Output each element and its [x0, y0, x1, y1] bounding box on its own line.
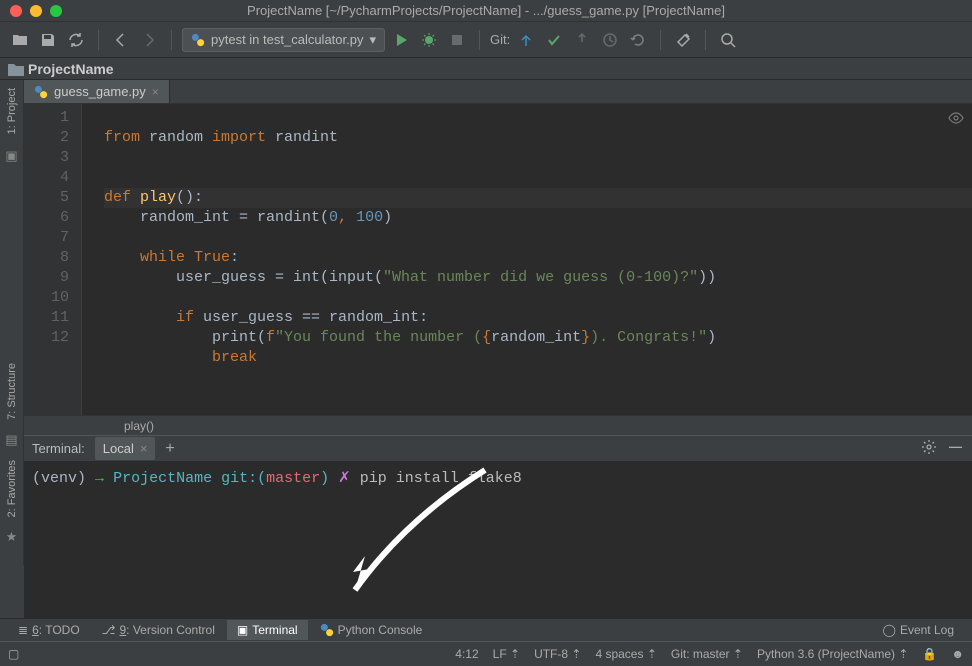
- close-window-button[interactable]: [10, 5, 22, 17]
- forward-icon[interactable]: [137, 28, 161, 52]
- stop-icon[interactable]: [445, 28, 469, 52]
- terminal-output[interactable]: (venv) → ProjectName git:(master) ✗ pip …: [24, 462, 972, 618]
- sidebar-tab-structure[interactable]: 7: Structure: [4, 355, 20, 428]
- tool-tab-todo[interactable]: ≣ 6: TODO: [8, 620, 90, 640]
- add-terminal-tab-icon[interactable]: +: [165, 440, 174, 458]
- run-icon[interactable]: [389, 28, 413, 52]
- close-terminal-tab-icon[interactable]: ×: [140, 441, 148, 456]
- terminal-icon: ▣: [237, 623, 248, 637]
- settings-icon[interactable]: [671, 28, 695, 52]
- debug-icon[interactable]: [417, 28, 441, 52]
- window-title: ProjectName [~/PycharmProjects/ProjectNa…: [0, 3, 972, 18]
- history-icon[interactable]: [598, 28, 622, 52]
- structure-icon: ▤: [5, 432, 17, 448]
- cursor-position[interactable]: 4:12: [455, 647, 478, 661]
- terminal-title: Terminal:: [32, 441, 85, 456]
- sidebar-tab-project[interactable]: 1: Project: [4, 80, 20, 142]
- git-branch-status[interactable]: Git: master ⇡: [671, 647, 743, 661]
- push-icon[interactable]: [570, 28, 594, 52]
- terminal-tab-local[interactable]: Local ×: [95, 437, 156, 460]
- zoom-window-button[interactable]: [50, 5, 62, 17]
- file-tab-guess-game[interactable]: guess_game.py ×: [24, 80, 170, 103]
- commit-icon[interactable]: [542, 28, 566, 52]
- inspection-eye-icon[interactable]: [948, 110, 964, 133]
- file-encoding[interactable]: UTF-8 ⇡: [534, 647, 581, 661]
- run-configuration-selector[interactable]: pytest in test_calculator.py ▾: [182, 28, 385, 52]
- save-icon[interactable]: [36, 28, 60, 52]
- terminal-settings-icon[interactable]: [921, 439, 937, 458]
- branch-icon: ⎇: [102, 623, 116, 637]
- python-interpreter[interactable]: Python 3.6 (ProjectName) ⇡: [757, 647, 908, 661]
- back-icon[interactable]: [109, 28, 133, 52]
- indent-settings[interactable]: 4 spaces ⇡: [595, 647, 656, 661]
- file-tab-label: guess_game.py: [54, 84, 146, 99]
- line-number-gutter: 123 456 789 101112: [24, 104, 82, 415]
- open-icon[interactable]: [8, 28, 32, 52]
- minimize-window-button[interactable]: [30, 5, 42, 17]
- star-icon: ★: [6, 529, 18, 545]
- inspector-icon[interactable]: ☻: [951, 647, 964, 661]
- todo-icon: ≣: [18, 623, 28, 637]
- hide-terminal-icon[interactable]: —: [949, 439, 962, 458]
- update-project-icon[interactable]: [514, 28, 538, 52]
- tool-tab-event-log[interactable]: ◯ Event Log: [873, 620, 964, 640]
- event-log-icon: ◯: [883, 623, 896, 637]
- sidebar-tab-favorites[interactable]: 2: Favorites: [4, 452, 20, 525]
- line-separator[interactable]: LF ⇡: [493, 647, 520, 661]
- folder-icon[interactable]: ▣: [5, 148, 17, 164]
- search-icon[interactable]: [716, 28, 740, 52]
- git-label: Git:: [490, 32, 510, 47]
- revert-icon[interactable]: [626, 28, 650, 52]
- editor-breadcrumb[interactable]: play(): [24, 415, 972, 435]
- tool-tab-version-control[interactable]: ⎇ 9: Version Control: [92, 620, 225, 640]
- tool-tab-terminal[interactable]: ▣ Terminal: [227, 620, 308, 640]
- run-config-label: pytest in test_calculator.py: [211, 32, 363, 47]
- tool-tab-python-console[interactable]: Python Console: [310, 620, 433, 640]
- status-icon[interactable]: ▢: [8, 647, 19, 661]
- breadcrumb-project[interactable]: ProjectName: [28, 61, 114, 77]
- chevron-down-icon: ▾: [369, 32, 376, 48]
- refresh-icon[interactable]: [64, 28, 88, 52]
- lock-icon[interactable]: 🔒: [922, 647, 937, 661]
- close-tab-icon[interactable]: ×: [152, 85, 159, 99]
- main-toolbar: pytest in test_calculator.py ▾ Git:: [0, 22, 972, 58]
- breadcrumb: ProjectName: [0, 58, 972, 80]
- code-editor[interactable]: from random import randint def play(): r…: [82, 104, 972, 415]
